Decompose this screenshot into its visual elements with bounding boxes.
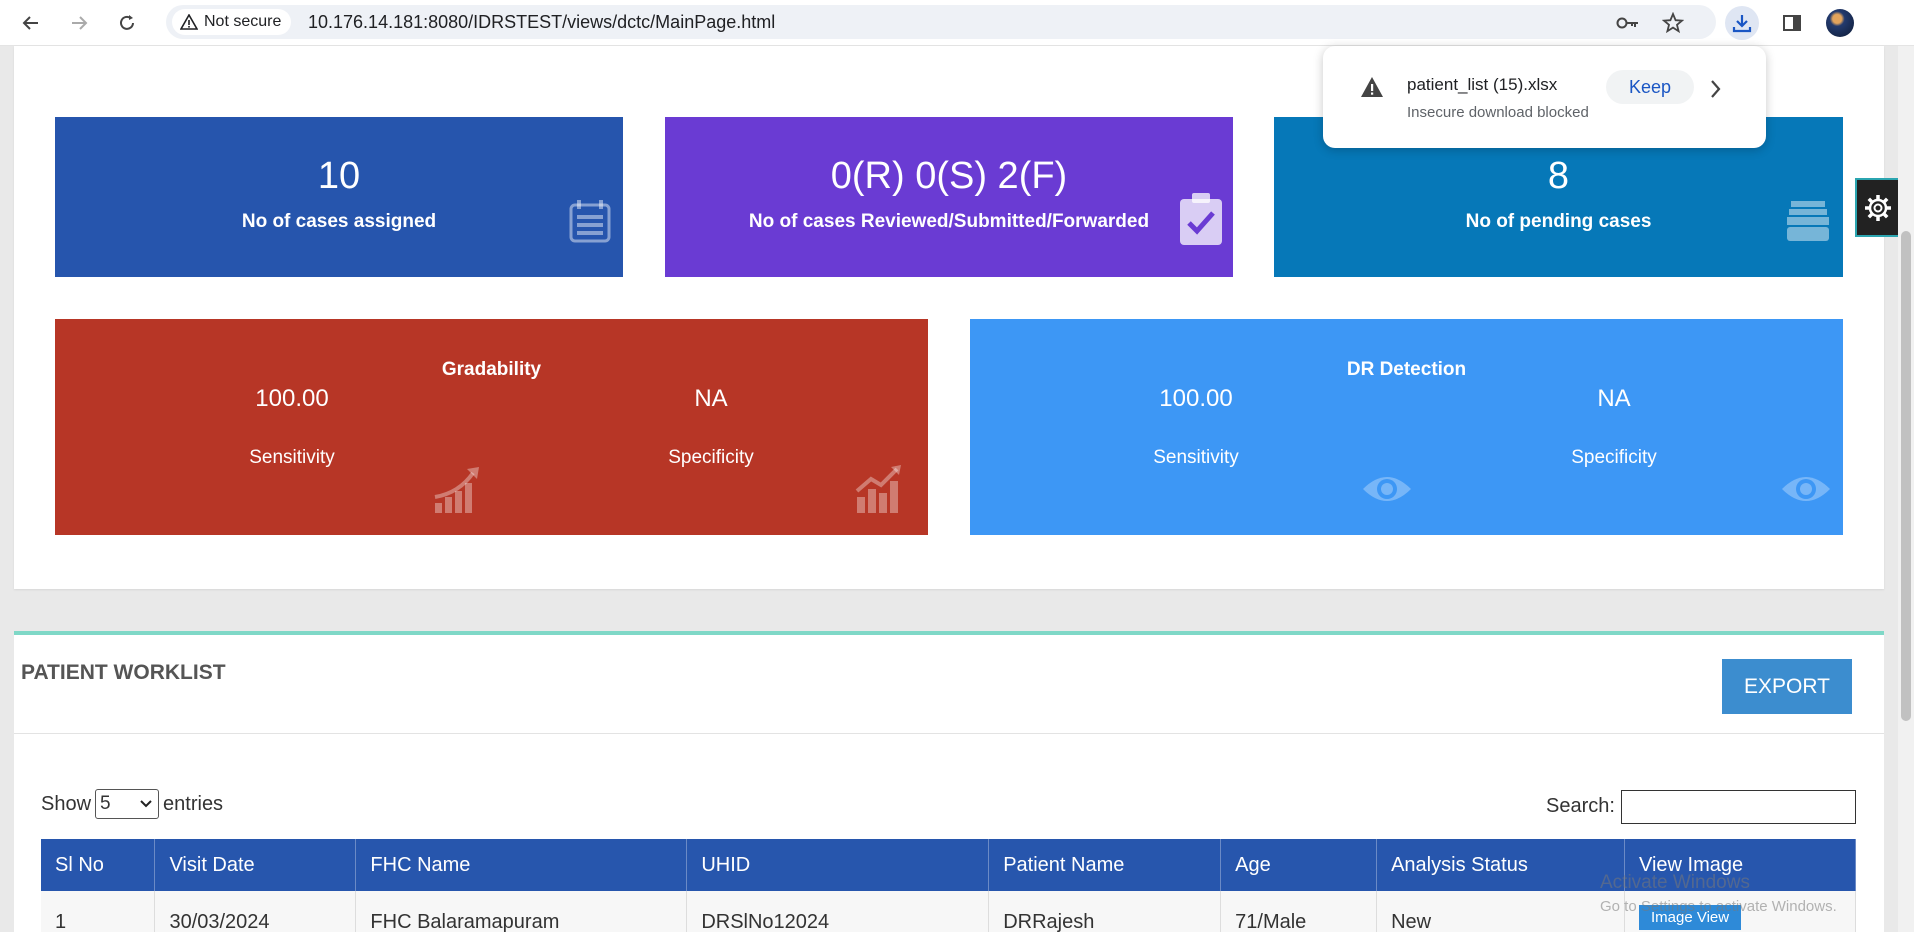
keep-button[interactable]: Keep <box>1606 70 1694 104</box>
chevron-down-icon <box>140 800 152 808</box>
entries-label: entries <box>163 792 224 815</box>
scrollbar-thumb[interactable] <box>1901 231 1911 721</box>
sensitivity-label: Sensitivity <box>1153 447 1239 468</box>
url-text[interactable]: 10.176.14.181:8080/IDRSTEST/views/dctc/M… <box>308 12 775 33</box>
stat-label: No of pending cases <box>1465 211 1652 232</box>
column-header[interactable]: UHID <box>686 839 990 891</box>
column-header[interactable]: Visit Date <box>154 839 357 891</box>
stat-label: No of cases Reviewed/Submitted/Forwarded <box>748 211 1150 232</box>
cell-patient-name: DRRajesh <box>988 891 1222 932</box>
entries-control: Show 5 entries <box>41 789 223 819</box>
warning-icon <box>180 14 198 30</box>
download-icon[interactable] <box>1725 6 1759 40</box>
back-icon[interactable] <box>16 8 46 38</box>
download-status: Insecure download blocked <box>1407 104 1589 121</box>
download-popup: patient_list (15).xlsx Insecure download… <box>1323 46 1766 148</box>
show-label: Show <box>41 792 92 815</box>
security-label: Not secure <box>204 13 282 30</box>
export-button[interactable]: EXPORT <box>1722 659 1852 714</box>
sensitivity-label: Sensitivity <box>249 447 335 468</box>
cell-fhc-name: FHC Balaramapuram <box>355 891 688 932</box>
stat-label: No of cases assigned <box>241 211 437 232</box>
stat-card-reviewed: 0(R) 0(S) 2(F) No of cases Reviewed/Subm… <box>665 117 1233 277</box>
cell-age: 71/Male <box>1220 891 1378 932</box>
address-bar[interactable]: Not secure 10.176.14.181:8080/IDRSTEST/v… <box>166 5 1716 39</box>
entries-select[interactable]: 5 <box>95 789 160 819</box>
calendar-list-icon <box>569 200 611 243</box>
metric-title: Gradability <box>441 359 542 380</box>
search-label: Search: <box>1546 795 1615 817</box>
side-panel-icon[interactable] <box>1775 6 1809 40</box>
search-input[interactable] <box>1621 790 1856 824</box>
watermark-title: Activate Windows <box>1600 872 1750 893</box>
gear-icon <box>1865 194 1891 221</box>
inbox-tray-icon <box>1787 201 1829 241</box>
reload-icon[interactable] <box>112 8 142 38</box>
download-filename: patient_list (15).xlsx <box>1407 75 1558 94</box>
worklist-title: PATIENT WORKLIST <box>21 661 226 684</box>
profile-avatar[interactable] <box>1826 9 1854 37</box>
specificity-value: NA <box>1597 385 1631 412</box>
metric-card-dr-detection: DR Detection 100.00 Sensitivity NA Speci… <box>970 319 1843 535</box>
column-header[interactable]: Sl No <box>41 839 156 891</box>
metric-card-gradability: Gradability 100.00 Sensitivity NA Specif… <box>55 319 928 535</box>
stat-value: 0(R) 0(S) 2(F) <box>830 155 1068 197</box>
settings-toggle[interactable] <box>1855 178 1901 237</box>
cell-uhid: DRSlNo12024 <box>686 891 990 932</box>
key-icon[interactable] <box>1615 10 1641 36</box>
browser-toolbar: Not secure 10.176.14.181:8080/IDRSTEST/v… <box>0 0 1914 46</box>
cell-analysis-status: New <box>1376 891 1625 932</box>
vertical-scrollbar[interactable] <box>1898 46 1914 932</box>
trend-chart-icon <box>855 465 901 513</box>
table-header-row: Sl No Visit Date FHC Name UHID Patient N… <box>41 839 1856 891</box>
column-header[interactable]: Analysis Status <box>1376 839 1625 891</box>
specificity-value: NA <box>694 385 728 412</box>
eye-icon <box>1363 477 1411 501</box>
warning-icon <box>1361 77 1383 97</box>
column-header[interactable]: FHC Name <box>355 839 688 891</box>
table-row[interactable]: 1 30/03/2024 FHC Balaramapuram DRSlNo120… <box>41 891 1856 932</box>
worklist-table: Sl No Visit Date FHC Name UHID Patient N… <box>41 839 1856 932</box>
column-header[interactable]: Age <box>1220 839 1378 891</box>
divider <box>14 733 1884 734</box>
security-chip[interactable]: Not secure <box>172 9 292 35</box>
sensitivity-value: 100.00 <box>255 385 329 412</box>
sensitivity-value: 100.00 <box>1159 385 1233 412</box>
growth-chart-icon <box>434 467 479 513</box>
bookmark-star-icon[interactable] <box>1660 10 1686 36</box>
cell-visit-date: 30/03/2024 <box>154 891 357 932</box>
cell-sl-no: 1 <box>41 891 156 932</box>
forward-icon[interactable] <box>64 8 94 38</box>
watermark-subtitle: Go to Settings to activate Windows. <box>1600 898 1837 915</box>
stat-card-assigned: 10 No of cases assigned <box>55 117 623 277</box>
column-header[interactable]: Patient Name <box>988 839 1222 891</box>
stat-value: 10 <box>317 155 361 197</box>
metric-title: DR Detection <box>1346 359 1467 380</box>
eye-icon <box>1782 477 1830 501</box>
specificity-label: Specificity <box>668 447 754 468</box>
entries-value: 5 <box>100 793 111 814</box>
chevron-right-icon[interactable] <box>1709 78 1723 100</box>
specificity-label: Specificity <box>1571 447 1657 468</box>
stat-value: 8 <box>1547 155 1570 197</box>
clipboard-check-icon <box>1180 193 1222 245</box>
